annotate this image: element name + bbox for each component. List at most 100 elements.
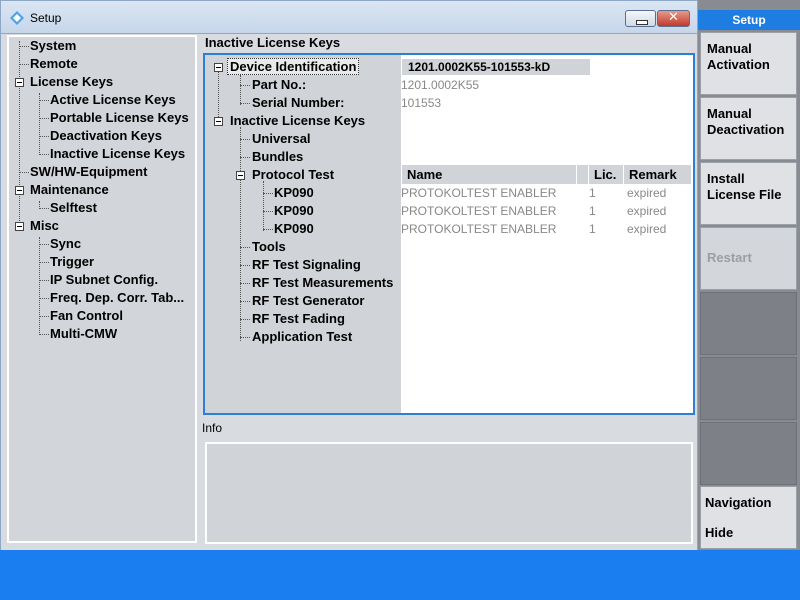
tree-line xyxy=(263,229,273,230)
part-no-value: 1201.0002K55 xyxy=(401,78,480,92)
navigation-softkey: Navigation Hide xyxy=(700,486,797,549)
tree-line xyxy=(39,316,49,317)
nav-item-sw-hw-equipment[interactable]: SW/HW-Equipment xyxy=(30,164,147,179)
empty-softkey xyxy=(700,292,797,355)
table-row-remark: expired xyxy=(627,204,667,218)
rohde-schwarz-icon xyxy=(10,11,24,25)
tree-line xyxy=(19,64,29,65)
collapse-protocol-test-icon[interactable] xyxy=(236,171,245,180)
window-title: Setup xyxy=(30,11,62,25)
tree-item-rf-test-signaling[interactable]: RF Test Signaling xyxy=(252,257,361,272)
serial-number-label: Serial Number: xyxy=(252,95,345,110)
nav-item-fan-control[interactable]: Fan Control xyxy=(50,308,123,323)
tree-item-rf-test-measurements[interactable]: RF Test Measurements xyxy=(252,275,393,290)
nav-tree[interactable]: System Remote License Keys Active Licens… xyxy=(7,35,197,543)
navigation-button[interactable]: Navigation xyxy=(705,495,771,510)
table-row-lic: 1 xyxy=(589,186,596,200)
manual-activation-button[interactable]: Manual Activation xyxy=(700,32,797,95)
license-table-header: Name Lic. Remark xyxy=(402,165,691,184)
tree-item-tools[interactable]: Tools xyxy=(252,239,286,254)
info-box xyxy=(205,442,693,544)
collapse-maintenance-icon[interactable] xyxy=(15,186,24,195)
nav-item-multi-cmw[interactable]: Multi-CMW xyxy=(50,326,117,341)
tree-line xyxy=(39,118,49,119)
nav-item-remote[interactable]: Remote xyxy=(30,56,78,71)
collapse-inactive-license-keys-icon[interactable] xyxy=(214,117,223,126)
serial-number-value: 101553 xyxy=(401,96,442,110)
nav-item-misc[interactable]: Misc xyxy=(30,218,59,233)
tree-line xyxy=(263,211,273,212)
tree-item-inactive-license-keys[interactable]: Inactive License Keys xyxy=(230,113,365,128)
nav-item-trigger[interactable]: Trigger xyxy=(50,254,94,269)
tree-line xyxy=(39,334,49,335)
tree-item-rf-test-generator[interactable]: RF Test Generator xyxy=(252,293,364,308)
column-header-lic[interactable]: Lic. xyxy=(589,165,624,184)
empty-softkey xyxy=(700,422,797,485)
tree-line xyxy=(240,301,250,302)
tree-line xyxy=(240,157,250,158)
page-title: Inactive License Keys xyxy=(205,35,341,50)
tree-line xyxy=(240,265,250,266)
device-identification-value: 1201.0002K55-101553-kD xyxy=(402,59,590,75)
title-bar: Setup ✕ xyxy=(0,0,698,34)
table-row-remark: expired xyxy=(627,222,667,236)
table-row-key[interactable]: KP090 xyxy=(274,221,314,236)
collapse-misc-icon[interactable] xyxy=(15,222,24,231)
table-row-name: PROTOKOLTEST ENABLER xyxy=(401,222,557,236)
table-row-name: PROTOKOLTEST ENABLER xyxy=(401,204,557,218)
tree-item-protocol-test[interactable]: Protocol Test xyxy=(252,167,334,182)
install-license-file-button[interactable]: Install License File xyxy=(700,162,797,225)
tree-line xyxy=(240,75,241,105)
nav-item-maintenance[interactable]: Maintenance xyxy=(30,182,109,197)
softkey-header: Setup xyxy=(698,10,800,30)
part-no-label: Part No.: xyxy=(252,77,307,92)
nav-item-active-license-keys[interactable]: Active License Keys xyxy=(50,92,176,107)
table-row-key[interactable]: KP090 xyxy=(274,185,314,200)
tree-line xyxy=(39,100,49,101)
tree-line xyxy=(240,103,250,104)
tree-line xyxy=(240,319,250,320)
tree-line xyxy=(19,172,29,173)
tree-item-application-test[interactable]: Application Test xyxy=(252,329,352,344)
nav-item-sync[interactable]: Sync xyxy=(50,236,81,251)
close-button[interactable]: ✕ xyxy=(657,10,690,27)
tree-line xyxy=(39,201,40,207)
tree-item-rf-test-fading[interactable]: RF Test Fading xyxy=(252,311,345,326)
nav-item-portable-license-keys[interactable]: Portable License Keys xyxy=(50,110,189,125)
nav-item-license-keys[interactable]: License Keys xyxy=(30,74,113,89)
column-header-remark[interactable]: Remark xyxy=(624,165,691,184)
close-icon: ✕ xyxy=(668,10,679,25)
column-separator xyxy=(577,165,589,184)
table-row-key[interactable]: KP090 xyxy=(274,203,314,218)
collapse-license-keys-icon[interactable] xyxy=(15,78,24,87)
nav-item-system[interactable]: System xyxy=(30,38,76,53)
tree-line xyxy=(39,93,40,153)
tree-line xyxy=(19,41,20,227)
tree-item-universal[interactable]: Universal xyxy=(252,131,311,146)
minimize-button[interactable] xyxy=(625,10,656,27)
manual-deactivation-button[interactable]: Manual Deactivation xyxy=(700,97,797,160)
softkey-panel: Setup Manual Activation Manual Deactivat… xyxy=(698,0,800,550)
tree-line xyxy=(240,337,250,338)
empty-softkey xyxy=(700,357,797,420)
column-header-name[interactable]: Name xyxy=(402,165,577,184)
nav-item-inactive-license-keys[interactable]: Inactive License Keys xyxy=(50,146,185,161)
tree-line xyxy=(39,280,49,281)
tree-line xyxy=(240,139,250,140)
tree-item-device-identification[interactable]: Device Identification xyxy=(227,58,360,75)
tree-line xyxy=(240,283,250,284)
tree-line xyxy=(240,127,241,341)
nav-item-deactivation-keys[interactable]: Deactivation Keys xyxy=(50,128,162,143)
restart-button[interactable]: Restart xyxy=(700,227,797,290)
nav-item-freq-dep-corr-tab[interactable]: Freq. Dep. Corr. Tab... xyxy=(50,290,184,305)
nav-item-ip-subnet-config[interactable]: IP Subnet Config. xyxy=(50,272,158,287)
collapse-device-identification-icon[interactable] xyxy=(214,63,223,72)
license-tree-panel[interactable]: Device Identification 1201.0002K55-10155… xyxy=(203,53,695,415)
tree-line xyxy=(39,208,49,209)
tree-line xyxy=(263,181,264,231)
nav-item-selftest[interactable]: Selftest xyxy=(50,200,97,215)
tree-item-bundles[interactable]: Bundles xyxy=(252,149,303,164)
tree-line xyxy=(39,244,49,245)
hide-button[interactable]: Hide xyxy=(705,525,733,540)
tree-line xyxy=(39,136,49,137)
